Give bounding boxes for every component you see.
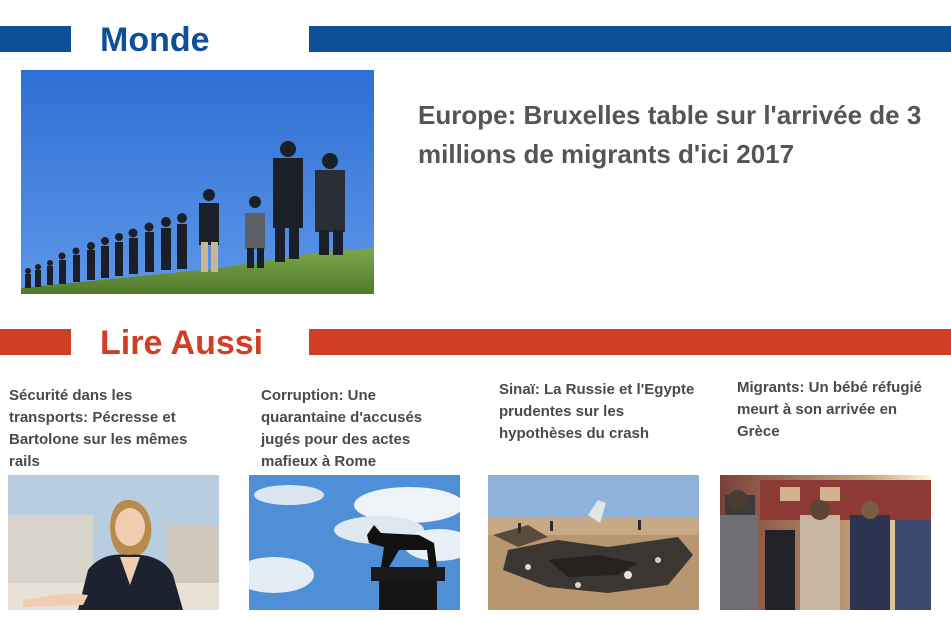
police-migrants-photo [21, 70, 374, 294]
article-title-2[interactable]: Corruption: Une quarantaine d'accusés ju… [261, 385, 456, 473]
woman-portrait-photo [8, 475, 219, 610]
she-wolf-statue-photo [249, 475, 460, 610]
article-image-3[interactable] [488, 475, 699, 610]
article-title-3[interactable]: Sinaï: La Russie et l'Egypte prudentes s… [499, 379, 699, 445]
article-title-4[interactable]: Migrants: Un bébé réfugié meurt à son ar… [737, 377, 942, 443]
refugees-train-photo [720, 475, 931, 610]
article-image-4[interactable] [720, 475, 931, 610]
article-image-1[interactable] [8, 475, 219, 610]
article-image-2[interactable] [249, 475, 460, 610]
monde-hero-image[interactable] [21, 70, 374, 294]
lire-aussi-section-title: Lire Aussi [100, 324, 264, 362]
lire-aussi-bar-left [0, 329, 71, 355]
monde-section-title: Monde [100, 21, 210, 59]
monde-headline-link[interactable]: Europe: Bruxelles table sur l'arrivée de… [418, 96, 948, 174]
monde-bar-left [0, 26, 71, 52]
plane-wreckage-photo [488, 475, 699, 610]
article-title-1[interactable]: Sécurité dans les transports: Pécresse e… [9, 385, 209, 473]
lire-aussi-bar-right [309, 329, 951, 355]
monde-bar-right [309, 26, 951, 52]
